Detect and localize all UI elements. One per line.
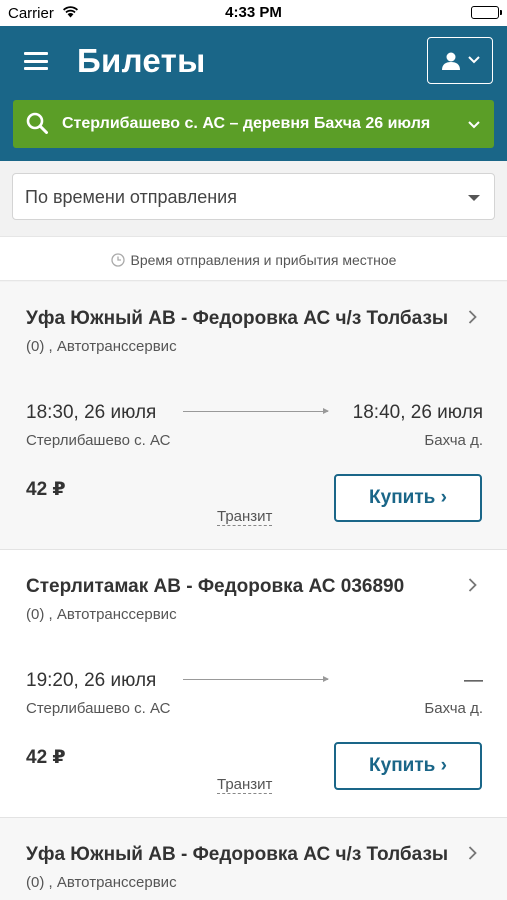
trip-title[interactable]: Стерлитамак АВ - Федоровка АС 036890 bbox=[26, 576, 466, 598]
arrival-time: 18:40, 26 июля bbox=[352, 402, 483, 423]
buy-button[interactable]: Купить › bbox=[334, 474, 482, 522]
page-title: Билеты bbox=[77, 42, 206, 79]
arrow-right-icon bbox=[183, 408, 329, 414]
ticket-price: 42 ₽ bbox=[26, 479, 66, 500]
clock-icon bbox=[110, 253, 125, 270]
chevron-right-icon[interactable] bbox=[468, 844, 477, 866]
arrow-right-icon bbox=[183, 676, 329, 682]
trip-title[interactable]: Уфа Южный АВ - Федоровка АС ч/з Толбазы bbox=[26, 844, 466, 866]
caret-down-icon bbox=[468, 195, 480, 201]
ticket-price: 42 ₽ bbox=[26, 747, 66, 768]
chevron-right-icon[interactable] bbox=[468, 576, 477, 598]
arrival-stop: Бахча д. bbox=[424, 700, 483, 717]
battery-icon bbox=[471, 6, 502, 19]
app-header: Билеты Стерлибашево с. АС – деревня Бахч… bbox=[0, 26, 507, 161]
route-search-bar[interactable]: Стерлибашево с. АС – деревня Бахча 26 ию… bbox=[13, 100, 494, 148]
arrival-time: — bbox=[464, 670, 483, 691]
chevron-down-icon bbox=[468, 116, 480, 134]
person-icon bbox=[441, 52, 461, 75]
departure-stop: Стерлибашево с. АС bbox=[26, 432, 171, 449]
trip-carrier: (0) , Автотранссервис bbox=[26, 606, 177, 623]
trip-carrier: (0) , Автотранссервис bbox=[26, 874, 177, 891]
trip-carrier: (0) , Автотранссервис bbox=[26, 338, 177, 355]
route-summary: Стерлибашево с. АС – деревня Бахча 26 ию… bbox=[62, 115, 431, 132]
sort-selected-value: По времени отправления bbox=[25, 187, 237, 207]
trip-card: Уфа Южный АВ - Федоровка АС ч/з Толбазы … bbox=[0, 282, 507, 550]
notice-text: Время отправления и прибытия местное bbox=[130, 252, 397, 268]
search-icon bbox=[26, 112, 48, 139]
chevron-right-icon[interactable] bbox=[468, 308, 477, 330]
status-bar: Carrier 4:33 PM bbox=[0, 0, 507, 26]
departure-time: 18:30, 26 июля bbox=[26, 402, 157, 423]
local-time-notice: Время отправления и прибытия местное bbox=[0, 236, 507, 281]
trip-card: Стерлитамак АВ - Федоровка АС 036890 (0)… bbox=[0, 550, 507, 818]
arrival-stop: Бахча д. bbox=[424, 432, 483, 449]
departure-stop: Стерлибашево с. АС bbox=[26, 700, 171, 717]
trip-title[interactable]: Уфа Южный АВ - Федоровка АС ч/з Толбазы bbox=[26, 308, 466, 330]
buy-button[interactable]: Купить › bbox=[334, 742, 482, 790]
sort-select[interactable]: По времени отправления bbox=[12, 173, 495, 220]
trip-card: Уфа Южный АВ - Федоровка АС ч/з Толбазы … bbox=[0, 818, 507, 900]
user-menu-button[interactable] bbox=[427, 37, 493, 84]
hamburger-menu-icon[interactable] bbox=[24, 52, 48, 70]
sort-area: По времени отправления bbox=[0, 161, 507, 236]
transit-link[interactable]: Транзит bbox=[217, 776, 273, 794]
chevron-down-icon bbox=[468, 53, 480, 67]
clock-time: 4:33 PM bbox=[225, 4, 282, 21]
transit-link[interactable]: Транзит bbox=[217, 508, 273, 526]
departure-time: 19:20, 26 июля bbox=[26, 670, 157, 691]
